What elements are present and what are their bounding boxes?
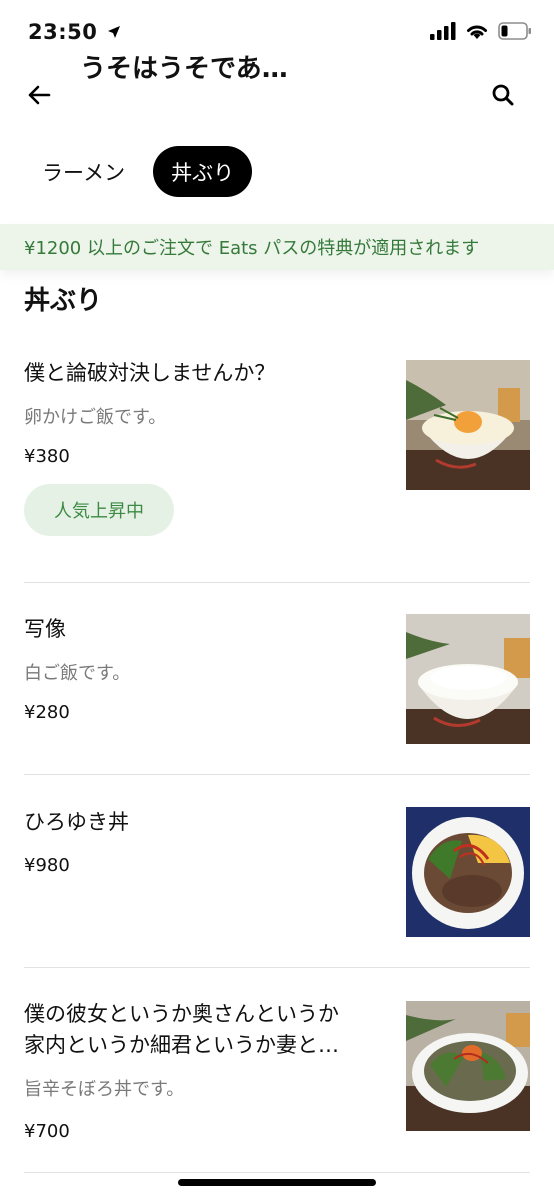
menu-item[interactable]: 僕の彼女というか奥さんというか 家内というか細君というか妻と… 旨辛そぼろ丼です… [24, 999, 530, 1159]
status-icons [430, 22, 532, 40]
back-button[interactable] [24, 80, 54, 110]
status-time-text: 23:50 [28, 20, 98, 44]
search-icon [492, 84, 514, 106]
item-image [406, 614, 530, 744]
section-title: 丼ぶり [24, 286, 103, 316]
item-divider [24, 1172, 530, 1173]
banner-text: ¥1200 以上のご注文で Eats パスの特典が適用されます [24, 238, 480, 259]
home-indicator [178, 1179, 376, 1186]
store-title: うそはうそであ… [80, 54, 288, 84]
status-time: 23:50 [28, 20, 121, 44]
item-image [406, 1001, 530, 1131]
arrow-left-icon [28, 85, 51, 105]
menu-item[interactable]: 写像 白ご飯です。 ¥280 [24, 614, 530, 754]
menu-item[interactable]: ひろゆき丼 ¥980 [24, 807, 530, 947]
category-tabs: ラーメン 丼ぶり [24, 146, 253, 197]
tab-ramen[interactable]: ラーメン [24, 146, 143, 197]
item-divider [24, 582, 530, 583]
wifi-icon [467, 25, 487, 39]
cellular-signal-icon [430, 22, 456, 40]
item-divider [24, 967, 530, 968]
tab-label: ラーメン [42, 160, 126, 185]
popular-badge: 人気上昇中 [24, 484, 174, 536]
location-arrow-icon [108, 26, 121, 38]
item-image [406, 360, 530, 490]
eats-pass-banner: ¥1200 以上のご注文で Eats パスの特典が適用されます [0, 224, 554, 270]
battery-icon [498, 22, 531, 40]
item-divider [24, 774, 530, 775]
tab-donburi[interactable]: 丼ぶり [153, 146, 253, 197]
menu-item[interactable]: 僕と論破対決しませんか？ 卵かけご飯です。 ¥380 人気上昇中 [24, 358, 530, 558]
tab-label: 丼ぶり [171, 160, 235, 185]
item-image [406, 807, 530, 937]
search-button[interactable] [488, 80, 518, 110]
